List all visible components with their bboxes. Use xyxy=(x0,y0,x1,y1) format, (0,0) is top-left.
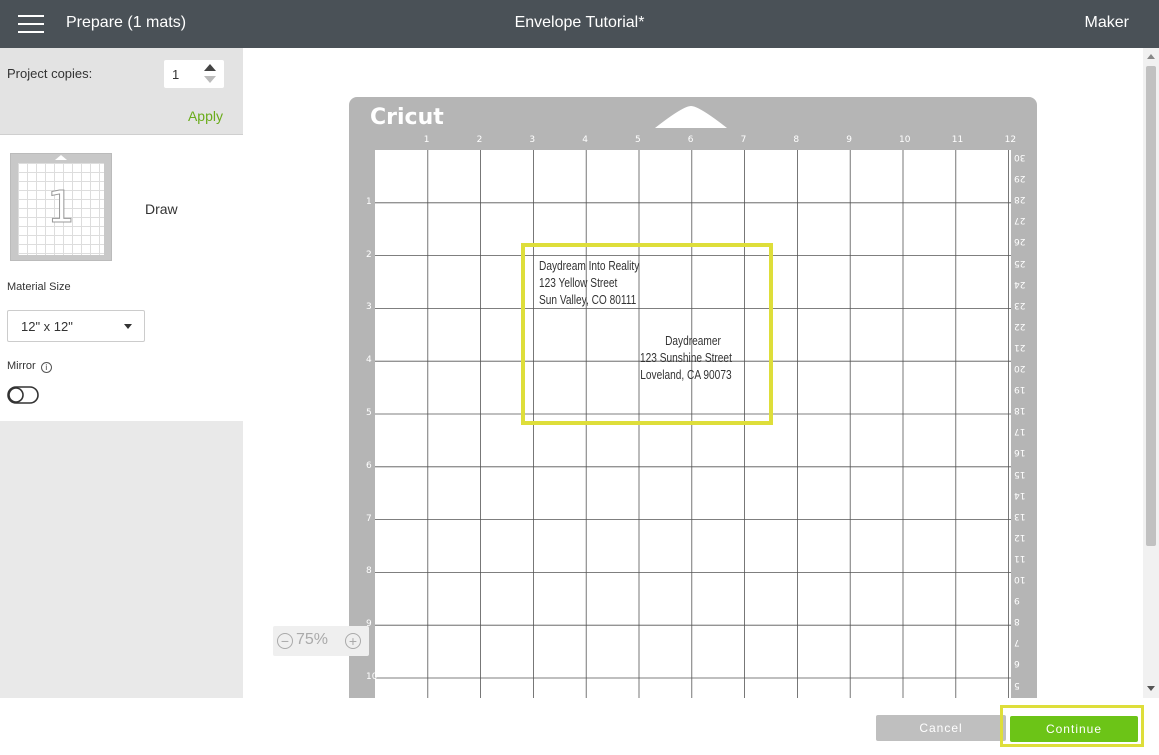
footer-bar: Cancel Continue xyxy=(243,698,1159,755)
cancel-button[interactable]: Cancel xyxy=(876,715,1006,741)
mat-thumbnail-notch xyxy=(55,155,67,160)
ruler-tick-label: 14 xyxy=(1014,489,1026,500)
recipient-address-line: Loveland, CA 90073 xyxy=(640,367,732,382)
material-size-label: Material Size xyxy=(7,281,71,293)
ruler-tick-label: 26 xyxy=(1014,236,1026,247)
ruler-tick-label: 16 xyxy=(1014,447,1026,458)
top-bar: Prepare (1 mats) Envelope Tutorial* Make… xyxy=(0,0,1159,48)
ruler-tick-label: 12 xyxy=(1014,531,1026,542)
ruler-tick-label: 22 xyxy=(1014,320,1026,331)
ruler-tick-label: 7 xyxy=(1014,637,1020,648)
ruler-tick-label: 28 xyxy=(1014,194,1026,205)
cricut-logo: Cricut xyxy=(370,105,444,130)
ruler-tick-label: 3 xyxy=(529,135,536,145)
apply-button[interactable]: Apply xyxy=(188,108,223,124)
continue-highlight: Continue xyxy=(1000,705,1144,747)
zoom-control: − 75% + xyxy=(273,626,369,656)
ruler-tick-label: 30 xyxy=(1014,152,1026,162)
mat-notch xyxy=(655,106,727,128)
machine-name[interactable]: Maker xyxy=(1085,14,1129,32)
zoom-out-icon[interactable]: − xyxy=(277,633,293,649)
ruler-tick-label: 6 xyxy=(687,135,694,145)
mat-mode-label: Draw xyxy=(145,201,178,217)
material-size-value: 12" x 12" xyxy=(21,319,73,334)
recipient-address: Daydreamer 123 Sunshine Street Loveland,… xyxy=(640,332,732,383)
zoom-level: 75% xyxy=(296,631,329,648)
ruler-tick-label: 20 xyxy=(1014,363,1026,373)
material-size-select[interactable]: 12" x 12" xyxy=(7,310,145,342)
ruler-tick-label: 10 xyxy=(899,135,911,145)
return-address: Daydream Into Reality 123 Yellow Street … xyxy=(539,257,639,308)
ruler-tick-label: 24 xyxy=(1014,278,1026,289)
mirror-toggle[interactable] xyxy=(7,386,39,404)
ruler-tick-label: 8 xyxy=(1014,616,1020,627)
ruler-tick-label: 9 xyxy=(846,135,852,145)
decrement-arrow-icon[interactable] xyxy=(204,76,216,83)
sidebar-footer xyxy=(0,698,243,755)
increment-arrow-icon[interactable] xyxy=(204,64,216,71)
chevron-down-icon xyxy=(124,324,132,329)
ruler-tick-label: 1 xyxy=(423,135,430,145)
recipient-address-line: Daydreamer xyxy=(665,333,721,348)
project-copies-value[interactable]: 1 xyxy=(172,67,179,82)
ruler-tick-label: 11 xyxy=(1014,552,1026,563)
zoom-in-icon[interactable]: + xyxy=(345,633,361,649)
ruler-tick-label: 27 xyxy=(1014,215,1026,226)
copies-panel: Project copies: 1 Apply xyxy=(0,48,243,135)
mat-number: 1 xyxy=(47,182,76,234)
envelope-address-design[interactable]: Daydream Into Reality 123 Yellow Street … xyxy=(521,243,773,425)
ruler-tick-label: 19 xyxy=(1014,384,1026,395)
ruler-tick-label: 7 xyxy=(740,135,747,145)
vertical-scrollbar[interactable] xyxy=(1143,48,1159,698)
ruler-tick-label: 5 xyxy=(1014,679,1020,690)
ruler-tick-label: 15 xyxy=(1014,468,1026,479)
ruler-tick-label: 12 xyxy=(1004,135,1017,145)
mat-preview-area: Cricut Daydream Into Reality 123 Yellow … xyxy=(243,48,1143,698)
ruler-tick-label: 25 xyxy=(1014,257,1026,268)
ruler-tick-label: 1 xyxy=(366,196,372,207)
ruler-tick-label: 6 xyxy=(1014,658,1020,669)
mat-thumbnail[interactable]: 1 xyxy=(10,153,112,261)
project-title: Envelope Tutorial* xyxy=(514,14,645,31)
ruler-tick-label: 29 xyxy=(1014,173,1026,184)
ruler-tick-label: 18 xyxy=(1014,405,1026,416)
ruler-tick-label: 6 xyxy=(366,460,372,471)
scrollbar-thumb[interactable] xyxy=(1146,66,1156,546)
ruler-tick-label: 4 xyxy=(582,135,588,145)
ruler-tick-label: 17 xyxy=(1014,426,1026,437)
ruler-tick-label: 4 xyxy=(366,355,372,366)
ruler-tick-label: 2 xyxy=(366,249,372,260)
info-icon[interactable]: i xyxy=(40,362,52,373)
mat-settings-panel: 1 Draw Material Size 12" x 12" Mirror i xyxy=(0,135,243,421)
ruler-tick-label: 8 xyxy=(793,135,800,145)
ruler-tick-label: 2 xyxy=(476,135,483,145)
return-address-line: Sun Valley, CO 80111 xyxy=(539,292,637,307)
ruler-tick-label: 5 xyxy=(366,408,372,418)
ruler-tick-label: 3 xyxy=(366,302,372,313)
continue-button[interactable]: Continue xyxy=(1010,716,1138,742)
scroll-up-arrow-icon[interactable] xyxy=(1147,54,1155,59)
project-copies-label: Project copies: xyxy=(7,66,93,81)
mirror-label: Mirror i xyxy=(7,360,52,373)
ruler-tick-label: 21 xyxy=(1014,341,1026,352)
ruler-tick-label: 10 xyxy=(366,672,378,682)
sidebar: Project copies: 1 Apply 1 Draw Material … xyxy=(0,48,243,698)
mirror-label-text: Mirror xyxy=(7,360,36,372)
ruler-tick-label: 13 xyxy=(1014,510,1026,521)
scroll-down-arrow-icon[interactable] xyxy=(1147,686,1155,691)
ruler-tick-label: 7 xyxy=(366,513,372,524)
ruler-tick-label: 8 xyxy=(366,566,372,577)
return-address-line: 123 Yellow Street xyxy=(539,275,618,290)
ruler-tick-label: 9 xyxy=(1014,595,1020,606)
ruler-tick-label: 11 xyxy=(951,135,964,145)
ruler-tick-label: 23 xyxy=(1014,299,1026,310)
project-copies-stepper[interactable]: 1 xyxy=(164,60,224,88)
return-address-line: Daydream Into Reality xyxy=(539,258,640,273)
ruler-tick-label: 10 xyxy=(1014,574,1026,584)
cutting-mat: Cricut Daydream Into Reality 123 Yellow … xyxy=(349,97,1037,698)
ruler-tick-label: 5 xyxy=(635,135,641,145)
recipient-address-line: 123 Sunshine Street xyxy=(640,350,732,365)
